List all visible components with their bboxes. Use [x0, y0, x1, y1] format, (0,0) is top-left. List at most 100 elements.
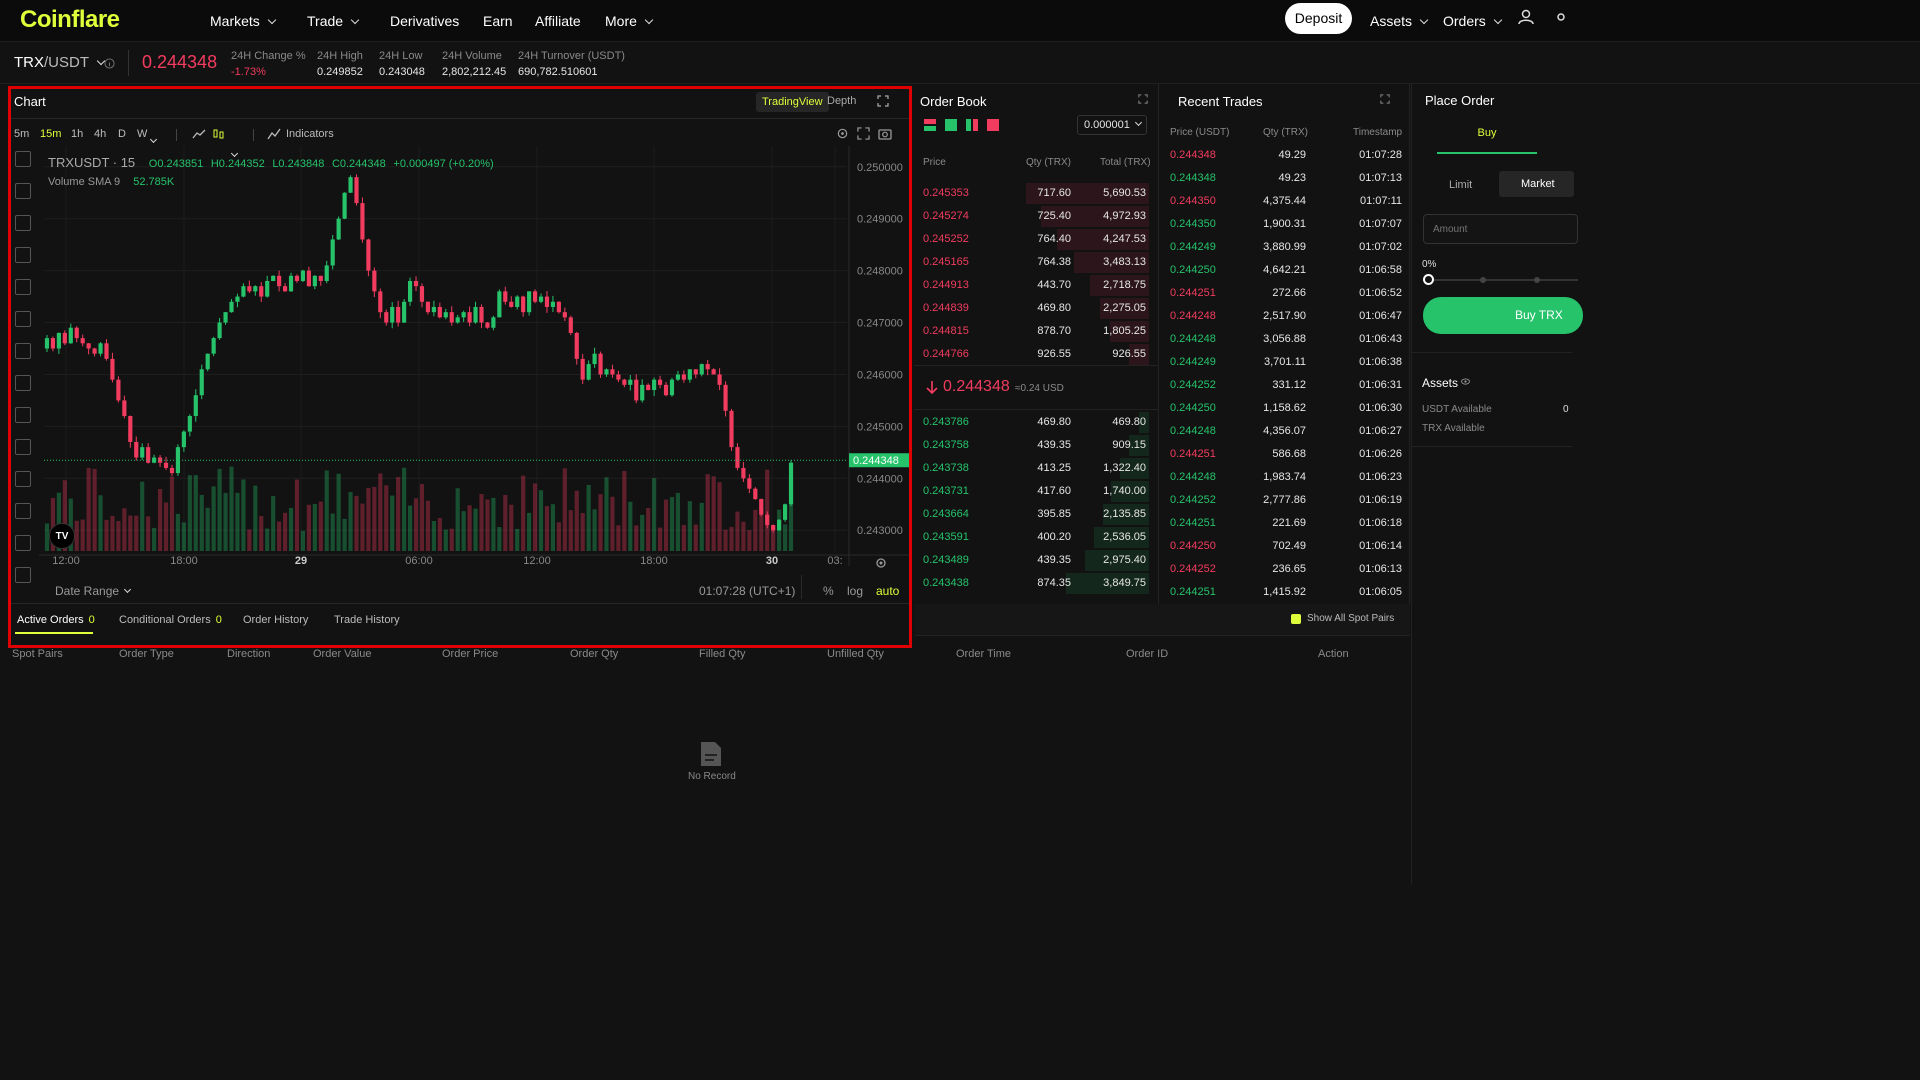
- bid-row[interactable]: 0.243591 400.20 2,536.05: [914, 526, 1159, 549]
- zoom-icon[interactable]: [15, 439, 31, 455]
- tab-trade-history[interactable]: Trade History: [334, 614, 400, 626]
- scale-percent[interactable]: %: [823, 584, 834, 598]
- book-bids-icon[interactable]: [945, 119, 957, 131]
- nav-more[interactable]: More: [605, 13, 654, 29]
- scale-auto[interactable]: auto: [876, 584, 899, 598]
- settings-icon[interactable]: [1552, 8, 1570, 26]
- nav-affiliate[interactable]: Affiliate: [535, 13, 581, 29]
- nav-trade[interactable]: Trade: [307, 13, 360, 29]
- date-range-button[interactable]: Date Range: [55, 584, 132, 598]
- ask-row[interactable]: 0.244913 443.70 2,718.75: [914, 274, 1159, 297]
- percent-slider-handle[interactable]: [1423, 274, 1434, 285]
- slider-tick[interactable]: [1480, 277, 1486, 283]
- line-chart-icon[interactable]: [192, 128, 206, 140]
- logo[interactable]: Coinflare: [20, 6, 120, 34]
- deposit-button[interactable]: Deposit: [1285, 3, 1352, 34]
- ask-row[interactable]: 0.244815 878.70 1,805.25: [914, 320, 1159, 343]
- ask-row[interactable]: 0.245165 764.38 3,483.13: [914, 251, 1159, 274]
- chart-legend: TRXUSDT · 15 O0.243851 H0.244352 L0.2438…: [48, 155, 494, 170]
- lock-icon[interactable]: [15, 535, 31, 551]
- book-both-icon[interactable]: [924, 119, 936, 131]
- bid-row[interactable]: 0.243438 874.35 3,849.75: [914, 572, 1159, 595]
- candlestick-chart[interactable]: 0.250000 0.249000 0.248000 0.247000 0.246000…: [39, 146, 909, 566]
- ruler-icon[interactable]: [15, 407, 31, 423]
- percent-slider-track[interactable]: [1428, 279, 1578, 281]
- measure-icon[interactable]: [15, 343, 31, 359]
- nav-derivatives[interactable]: Derivatives: [390, 13, 459, 29]
- ask-row[interactable]: 0.245353 717.60 5,690.53: [914, 182, 1159, 205]
- fib-icon[interactable]: [15, 215, 31, 231]
- expand-icon[interactable]: [1380, 94, 1390, 104]
- eye-icon[interactable]: [15, 567, 31, 583]
- brush-icon[interactable]: [15, 247, 31, 263]
- volume-bar: [521, 475, 526, 551]
- volume-bar: [461, 511, 466, 551]
- interval-4h[interactable]: 4h: [94, 128, 106, 140]
- camera-icon[interactable]: [878, 127, 892, 140]
- ask-row[interactable]: 0.244766 926.55 926.55: [914, 343, 1159, 366]
- settings-icon[interactable]: [874, 556, 888, 570]
- amount-input[interactable]: [1423, 214, 1578, 244]
- tradingview-logo[interactable]: TV: [49, 523, 75, 549]
- show-all-checkbox[interactable]: [1291, 614, 1301, 624]
- nav-markets[interactable]: Markets: [210, 13, 277, 29]
- trendline-icon[interactable]: [15, 183, 31, 199]
- tab-tradingview[interactable]: TradingView: [756, 92, 829, 112]
- slider-tick[interactable]: [1534, 277, 1540, 283]
- heart-icon[interactable]: [15, 375, 31, 391]
- limit-tab[interactable]: Limit: [1449, 179, 1472, 191]
- buy-trx-button[interactable]: Buy TRX: [1423, 297, 1583, 334]
- volume-bar: [467, 505, 472, 551]
- buy-tab[interactable]: Buy: [1437, 127, 1537, 139]
- ask-row[interactable]: 0.244839 469.80 2,275.05: [914, 297, 1159, 320]
- text-icon[interactable]: [15, 279, 31, 295]
- interval-D[interactable]: D: [118, 128, 126, 140]
- nav-orders[interactable]: Orders: [1443, 13, 1503, 29]
- bid-row[interactable]: 0.243731 417.60 1,740.00: [914, 480, 1159, 503]
- show-all-label[interactable]: Show All Spot Pairs: [1307, 613, 1394, 624]
- bid-row[interactable]: 0.243758 439.35 909.15: [914, 434, 1159, 457]
- bid-row[interactable]: 0.243738 413.25 1,322.40: [914, 457, 1159, 480]
- expand-icon[interactable]: [877, 95, 889, 107]
- pair-selector[interactable]: TRX/USDT: [14, 54, 106, 71]
- chevron-down-icon[interactable]: [149, 135, 158, 144]
- tab-conditional-orders[interactable]: Conditional Orders 0: [119, 614, 222, 626]
- precision-select[interactable]: 0.000001: [1077, 115, 1147, 135]
- trade-time: 01:06:23: [1359, 471, 1402, 483]
- indicators-button[interactable]: Indicators: [286, 128, 334, 140]
- trade-qty: 1,983.74: [1263, 471, 1306, 483]
- interval-15m[interactable]: 15m: [40, 128, 61, 140]
- interval-1h[interactable]: 1h: [71, 128, 83, 140]
- bid-row[interactable]: 0.243664 395.85 2,135.85: [914, 503, 1159, 526]
- user-icon[interactable]: [1517, 8, 1535, 26]
- scale-log[interactable]: log: [847, 584, 863, 598]
- amount-field[interactable]: [1424, 215, 1564, 244]
- volume-bar: [532, 483, 538, 551]
- ask-row[interactable]: 0.245252 764.40 4,247.53: [914, 228, 1159, 251]
- tab-active-orders[interactable]: Active Orders 0: [17, 614, 95, 626]
- book-asks-icon[interactable]: [987, 119, 999, 131]
- book-split-icon[interactable]: [966, 119, 978, 131]
- indicators-icon[interactable]: [267, 127, 281, 141]
- tab-order-history[interactable]: Order History: [243, 614, 308, 626]
- interval-5m[interactable]: 5m: [14, 128, 29, 140]
- tab-depth[interactable]: Depth: [827, 95, 856, 107]
- candles-icon[interactable]: [212, 127, 226, 141]
- expand-icon[interactable]: [1138, 94, 1148, 104]
- recent-trades-panel: Recent Trades Price (USDT) Qty (TRX) Tim…: [1160, 84, 1410, 604]
- gear-icon[interactable]: [836, 127, 849, 140]
- pattern-icon[interactable]: [15, 311, 31, 327]
- lock-drawing-icon[interactable]: [15, 503, 31, 519]
- fullscreen-icon[interactable]: [857, 127, 870, 140]
- bid-row[interactable]: 0.243786 469.80 469.80: [914, 411, 1159, 434]
- bid-row[interactable]: 0.243489 439.35 2,975.40: [914, 549, 1159, 572]
- ask-row[interactable]: 0.245274 725.40 4,972.93: [914, 205, 1159, 228]
- eye-icon[interactable]: [1461, 378, 1470, 385]
- magnet-icon[interactable]: [15, 471, 31, 487]
- crosshair-icon[interactable]: [15, 151, 31, 167]
- market-tab[interactable]: Market: [1499, 171, 1574, 197]
- interval-W[interactable]: W: [137, 128, 147, 140]
- info-icon[interactable]: [104, 58, 115, 69]
- nav-earn[interactable]: Earn: [483, 13, 513, 29]
- nav-assets[interactable]: Assets: [1370, 13, 1429, 29]
